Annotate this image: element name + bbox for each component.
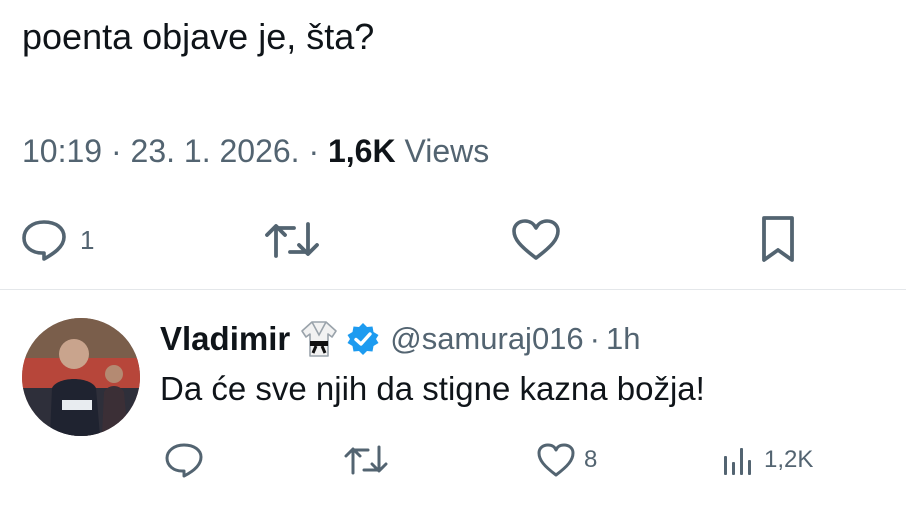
views-count: 1,6K <box>327 133 396 169</box>
reply-button[interactable]: 1 <box>20 218 94 262</box>
reply-retweet-button[interactable] <box>342 442 390 478</box>
reply-icon <box>165 443 203 478</box>
divider <box>0 289 906 290</box>
reply-reply-button[interactable] <box>164 442 204 478</box>
reply-views-button[interactable]: 1,2K <box>720 442 813 478</box>
reply-actions-bar: 8 1,2K <box>0 436 906 486</box>
tweet-date[interactable]: 23. 1. 2026. <box>131 133 300 169</box>
like-count: 8 <box>584 446 598 473</box>
heart-icon <box>512 219 560 260</box>
reply-author-name[interactable]: Vladimir <box>160 320 290 358</box>
meta-separator: · <box>589 321 600 356</box>
tweet-text: poenta objave je, šta? <box>22 16 375 57</box>
reply-header: Vladimir @samuraj016 · 1h <box>160 316 640 362</box>
tweet-meta: 10:19 · 23. 1. 2026. · 1,6K Views <box>22 128 489 174</box>
reply-count: 1 <box>80 224 95 255</box>
tweet-actions-bar: 1 <box>0 208 906 268</box>
meta-separator: · <box>110 133 122 169</box>
avatar-photo <box>22 318 140 436</box>
martial-arts-uniform-icon <box>301 321 338 357</box>
heart-icon <box>537 443 575 477</box>
views-count: 1,2K <box>764 446 814 473</box>
reply-like-button[interactable]: 8 <box>536 442 597 478</box>
reply-icon <box>22 220 66 261</box>
avatar[interactable] <box>22 318 140 436</box>
retweet-button[interactable] <box>262 218 322 262</box>
views-label: Views <box>404 133 490 169</box>
tweet-time[interactable]: 10:19 <box>22 133 102 169</box>
retweet-icon <box>344 445 388 475</box>
reply-age[interactable]: 1h <box>606 321 640 357</box>
reply-text: Da će sve njih da stigne kazna božja! <box>160 370 705 407</box>
like-button[interactable] <box>510 218 562 262</box>
bookmark-icon <box>762 216 794 262</box>
retweet-icon <box>265 222 319 258</box>
verified-badge-icon <box>347 323 379 355</box>
meta-separator: · <box>308 133 320 169</box>
bookmark-button[interactable] <box>758 214 798 264</box>
analytics-icon <box>724 448 751 475</box>
reply-handle[interactable]: @samuraj016 <box>390 321 583 357</box>
